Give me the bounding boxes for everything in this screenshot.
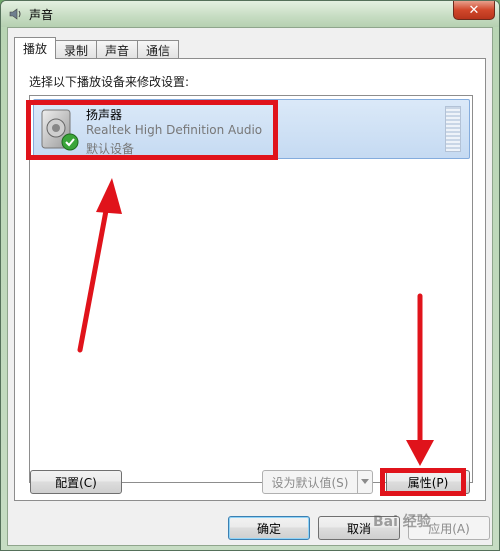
watermark-text: Bai 经验 bbox=[373, 514, 431, 530]
annotation-box-device bbox=[26, 100, 278, 160]
close-button[interactable]: ✕ bbox=[453, 1, 495, 20]
ok-button[interactable]: 确定 bbox=[228, 516, 310, 540]
configure-button[interactable]: 配置(C) bbox=[30, 470, 122, 494]
instruction-text: 选择以下播放设备来修改设置: bbox=[29, 75, 190, 89]
annotation-box-properties bbox=[380, 468, 466, 496]
chevron-down-icon bbox=[361, 479, 369, 484]
window-title: 声音 bbox=[29, 8, 54, 22]
set-default-dropdown[interactable] bbox=[357, 470, 373, 494]
speaker-icon bbox=[9, 8, 21, 20]
tab-sounds[interactable]: 声音 bbox=[96, 40, 139, 59]
tab-playback[interactable]: 播放 bbox=[14, 37, 57, 59]
volume-level-meter bbox=[445, 106, 461, 152]
set-default-button[interactable]: 设为默认值(S) bbox=[262, 470, 358, 494]
tab-recording[interactable]: 录制 bbox=[55, 40, 98, 59]
tab-strip: 播放 录制 声音 通信 bbox=[14, 37, 180, 59]
title-bar[interactable]: 声音 ✕ bbox=[1, 1, 499, 27]
tab-communications[interactable]: 通信 bbox=[137, 40, 180, 59]
